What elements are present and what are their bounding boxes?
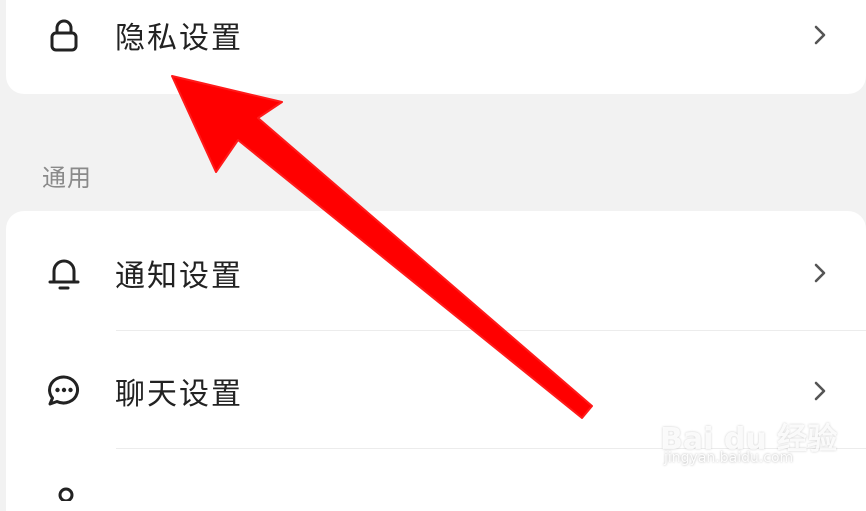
- watermark-url: jingyan.baidu.com: [664, 450, 794, 466]
- privacy-settings-label: 隐私设置: [115, 21, 243, 56]
- chevron-right-icon: [810, 260, 830, 286]
- row-divider: [116, 330, 866, 331]
- notification-settings-label: 通知设置: [115, 259, 243, 294]
- section-header-general: 通用: [42, 164, 92, 192]
- lock-icon: [44, 15, 84, 55]
- chat-settings-label: 聊天设置: [115, 377, 243, 412]
- bell-icon: [44, 253, 84, 293]
- notification-settings-row[interactable]: 通知设置: [6, 218, 866, 328]
- partial-row-icon: [58, 485, 74, 503]
- privacy-settings-row[interactable]: 隐私设置: [6, 0, 866, 90]
- privacy-card: 隐私设置: [6, 0, 866, 94]
- watermark: Bai du 经验 jingyan.baidu.com: [660, 400, 850, 480]
- chevron-right-icon: [810, 22, 830, 48]
- chat-bubble-icon: [44, 371, 84, 411]
